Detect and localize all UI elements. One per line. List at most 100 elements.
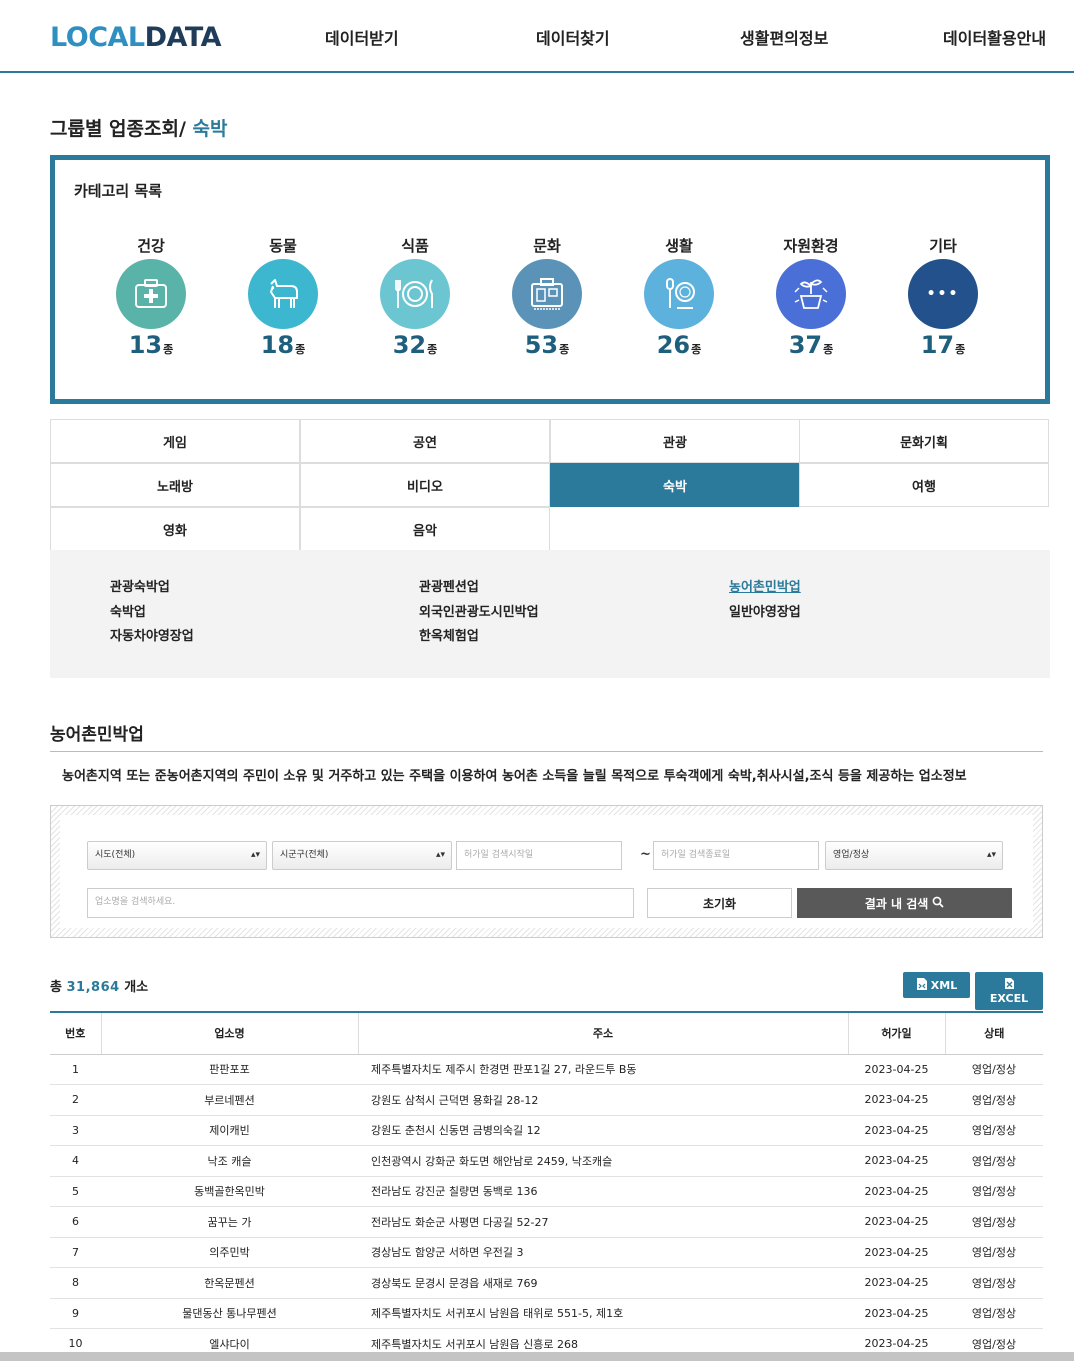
table-row[interactable]: 9 물댄동산 통나무펜션 제주특별자치도 서귀포시 남원읍 태위로 551-5, 제… bbox=[50, 1298, 1043, 1329]
tab-lodging[interactable]: 숙박 bbox=[550, 463, 800, 507]
category-environment[interactable]: 자원환경 37종 bbox=[751, 235, 871, 359]
tab-karaoke[interactable]: 노래방 bbox=[50, 463, 300, 507]
date-start-input[interactable]: 허가일 검색시작일 bbox=[456, 841, 622, 870]
search-button-label: 결과 내 검색 bbox=[864, 896, 929, 911]
nav-data-search[interactable]: 데이터찾기 bbox=[536, 25, 610, 49]
cell-business-name[interactable]: 의주민박 bbox=[101, 1237, 358, 1268]
cell-business-name[interactable]: 낙조 캐슬 bbox=[101, 1145, 358, 1177]
category-animal[interactable]: 동물 18종 bbox=[223, 235, 343, 359]
nav-data-download[interactable]: 데이터받기 bbox=[325, 25, 399, 49]
category-count: 26종 bbox=[656, 331, 702, 359]
cell-status: 영업/정상 bbox=[945, 1054, 1043, 1085]
business-name-search-input[interactable]: 업소명을 검색하세요. bbox=[87, 888, 634, 918]
date-end-input[interactable]: 허가일 검색종료일 bbox=[653, 841, 819, 870]
cell-permit-date: 2023-04-25 bbox=[848, 1206, 945, 1238]
cell-business-name[interactable]: 물댄동산 통나무펜션 bbox=[101, 1298, 358, 1329]
cell-status: 영업/정상 bbox=[945, 1267, 1043, 1299]
tab-culture-planning[interactable]: 문화기획 bbox=[799, 419, 1049, 463]
tab-tourism[interactable]: 관광 bbox=[550, 419, 800, 463]
tab-video[interactable]: 비디오 bbox=[300, 463, 550, 507]
xml-download-button[interactable]: XML bbox=[903, 972, 970, 998]
sido-select-value: 시도(전체) bbox=[95, 850, 136, 860]
page-title-sub: 숙박 bbox=[192, 118, 228, 140]
cell-business-name[interactable]: 판판포포 bbox=[101, 1054, 358, 1085]
select-arrows-icon: ▴▾ bbox=[250, 850, 260, 860]
total-suffix: 개소 bbox=[124, 980, 149, 995]
tab-game[interactable]: 게임 bbox=[50, 419, 300, 463]
business-type-item[interactable]: 외국인관광도시민박업 bbox=[419, 601, 539, 620]
tab-music[interactable]: 음악 bbox=[300, 507, 550, 551]
cell-permit-date: 2023-04-25 bbox=[848, 1054, 945, 1085]
category-health[interactable]: 건강 13종 bbox=[91, 235, 211, 359]
category-living[interactable]: 생활 26종 bbox=[619, 235, 739, 359]
total-prefix: 총 bbox=[50, 980, 62, 995]
tab-performance[interactable]: 공연 bbox=[300, 419, 550, 463]
category-count: 37종 bbox=[788, 331, 834, 359]
cell-permit-date: 2023-04-25 bbox=[848, 1145, 945, 1177]
site-logo[interactable]: LOCALDATA bbox=[50, 22, 222, 53]
table-row[interactable]: 5 동백골한옥민박 전라남도 강진군 칠량면 동백로 136 2023-04-25 영업… bbox=[50, 1176, 1043, 1207]
cell-no: 3 bbox=[50, 1115, 101, 1146]
xml-file-icon bbox=[916, 977, 928, 994]
business-type-item[interactable]: 한옥체험업 bbox=[419, 625, 479, 644]
cell-address: 경상남도 함양군 서하면 우전길 3 bbox=[358, 1237, 848, 1268]
search-form: 시도(전체) ▴▾ 시군구(전체) ▴▾ 허가일 검색시작일 ~ 허가일 검색종… bbox=[60, 815, 1033, 928]
category-food[interactable]: 식품 32종 bbox=[355, 235, 475, 359]
sido-select[interactable]: 시도(전체) ▴▾ bbox=[87, 841, 267, 870]
cell-business-name[interactable]: 부르네펜션 bbox=[101, 1084, 358, 1116]
cell-address: 제주특별자치도 제주시 한경면 판포1길 27, 라운드투 B동 bbox=[358, 1054, 848, 1085]
select-arrows-icon: ▴▾ bbox=[986, 850, 996, 860]
cell-business-name[interactable]: 꿈꾸는 가 bbox=[101, 1206, 358, 1238]
nav-living-info[interactable]: 생활편의정보 bbox=[740, 25, 828, 49]
suitcase-icon bbox=[512, 259, 582, 329]
cell-no: 4 bbox=[50, 1145, 101, 1177]
plant-recycle-icon bbox=[776, 259, 846, 329]
status-select-value: 영업/정상 bbox=[833, 850, 870, 860]
tab-travel[interactable]: 여행 bbox=[799, 463, 1049, 507]
category-name: 식품 bbox=[401, 237, 429, 255]
cell-no: 9 bbox=[50, 1298, 101, 1329]
section-title: 농어촌민박업 bbox=[50, 725, 144, 745]
status-select[interactable]: 영업/정상 ▴▾ bbox=[825, 841, 1003, 870]
cell-permit-date: 2023-04-25 bbox=[848, 1298, 945, 1329]
search-in-results-button[interactable]: 결과 내 검색 bbox=[797, 888, 1012, 918]
page-title: 그룹별 업종조회/ 숙박 bbox=[50, 114, 228, 141]
site-header: LOCALDATA 데이터받기 데이터찾기 생활편의정보 데이터활용안내 bbox=[0, 0, 1074, 73]
section-description: 농어촌지역 또는 준농어촌지역의 주민이 소유 및 거주하고 있는 주택을 이용… bbox=[62, 769, 967, 784]
more-icon: ••• bbox=[908, 259, 978, 329]
table-row[interactable]: 4 낙조 캐슬 인천광역시 강화군 화도면 해안남로 2459, 낙조캐슬 2023-… bbox=[50, 1145, 1043, 1177]
cell-no: 8 bbox=[50, 1267, 101, 1299]
business-type-item[interactable]: 자동차야영장업 bbox=[110, 625, 194, 644]
table-row[interactable]: 2 부르네펜션 강원도 삼척시 근덕면 용화길 28-12 2023-04-25 영업/… bbox=[50, 1084, 1043, 1116]
xml-label: XML bbox=[930, 978, 958, 992]
business-type-item[interactable]: 일반야영장업 bbox=[729, 601, 801, 620]
business-type-item[interactable]: 숙박업 bbox=[110, 601, 146, 620]
search-panel: 시도(전체) ▴▾ 시군구(전체) ▴▾ 허가일 검색시작일 ~ 허가일 검색종… bbox=[50, 805, 1043, 938]
select-arrows-icon: ▴▾ bbox=[435, 850, 445, 860]
reset-button[interactable]: 초기화 bbox=[647, 888, 792, 918]
table-row[interactable]: 8 한옥문펜션 경상북도 문경시 문경읍 새재로 769 2023-04-25 영업/정… bbox=[50, 1267, 1043, 1299]
section-divider bbox=[50, 751, 1043, 752]
table-row[interactable]: 7 의주민박 경상남도 함양군 서하면 우전길 3 2023-04-25 영업/정상 bbox=[50, 1237, 1043, 1268]
category-count: 13종 bbox=[128, 331, 174, 359]
sigungu-select[interactable]: 시군구(전체) ▴▾ bbox=[272, 841, 452, 870]
cell-business-name[interactable]: 동백골한옥민박 bbox=[101, 1176, 358, 1207]
table-row[interactable]: 1 판판포포 제주특별자치도 제주시 한경면 판포1길 27, 라운드투 B동 202… bbox=[50, 1054, 1043, 1085]
category-etc[interactable]: 기타 ••• 17종 bbox=[883, 235, 1003, 359]
col-header-name: 업소명 bbox=[100, 1011, 358, 1055]
cell-address: 전라남도 화순군 사평면 다공길 52-27 bbox=[358, 1206, 848, 1238]
nav-data-guide[interactable]: 데이터활용안내 bbox=[943, 25, 1046, 49]
table-row[interactable]: 6 꿈꾸는 가 전라남도 화순군 사평면 다공길 52-27 2023-04-25 영업… bbox=[50, 1206, 1043, 1238]
cell-business-name[interactable]: 제이캐빈 bbox=[101, 1115, 358, 1146]
business-type-item[interactable]: 관광숙박업 bbox=[110, 576, 170, 595]
business-type-item-active[interactable]: 농어촌민박업 bbox=[729, 576, 801, 595]
excel-download-button[interactable]: EXCEL bbox=[975, 972, 1043, 1010]
sigungu-select-value: 시군구(전체) bbox=[280, 850, 329, 860]
mirror-brush-icon bbox=[644, 259, 714, 329]
tab-movie[interactable]: 영화 bbox=[50, 507, 300, 551]
horizontal-scrollbar[interactable] bbox=[0, 1352, 1074, 1361]
cell-business-name[interactable]: 한옥문펜션 bbox=[101, 1267, 358, 1299]
business-type-item[interactable]: 관광펜션업 bbox=[419, 576, 479, 595]
category-culture[interactable]: 문화 53종 bbox=[487, 235, 607, 359]
table-row[interactable]: 3 제이캐빈 강원도 춘천시 신동면 금병의숙길 12 2023-04-25 영업/정상 bbox=[50, 1115, 1043, 1146]
